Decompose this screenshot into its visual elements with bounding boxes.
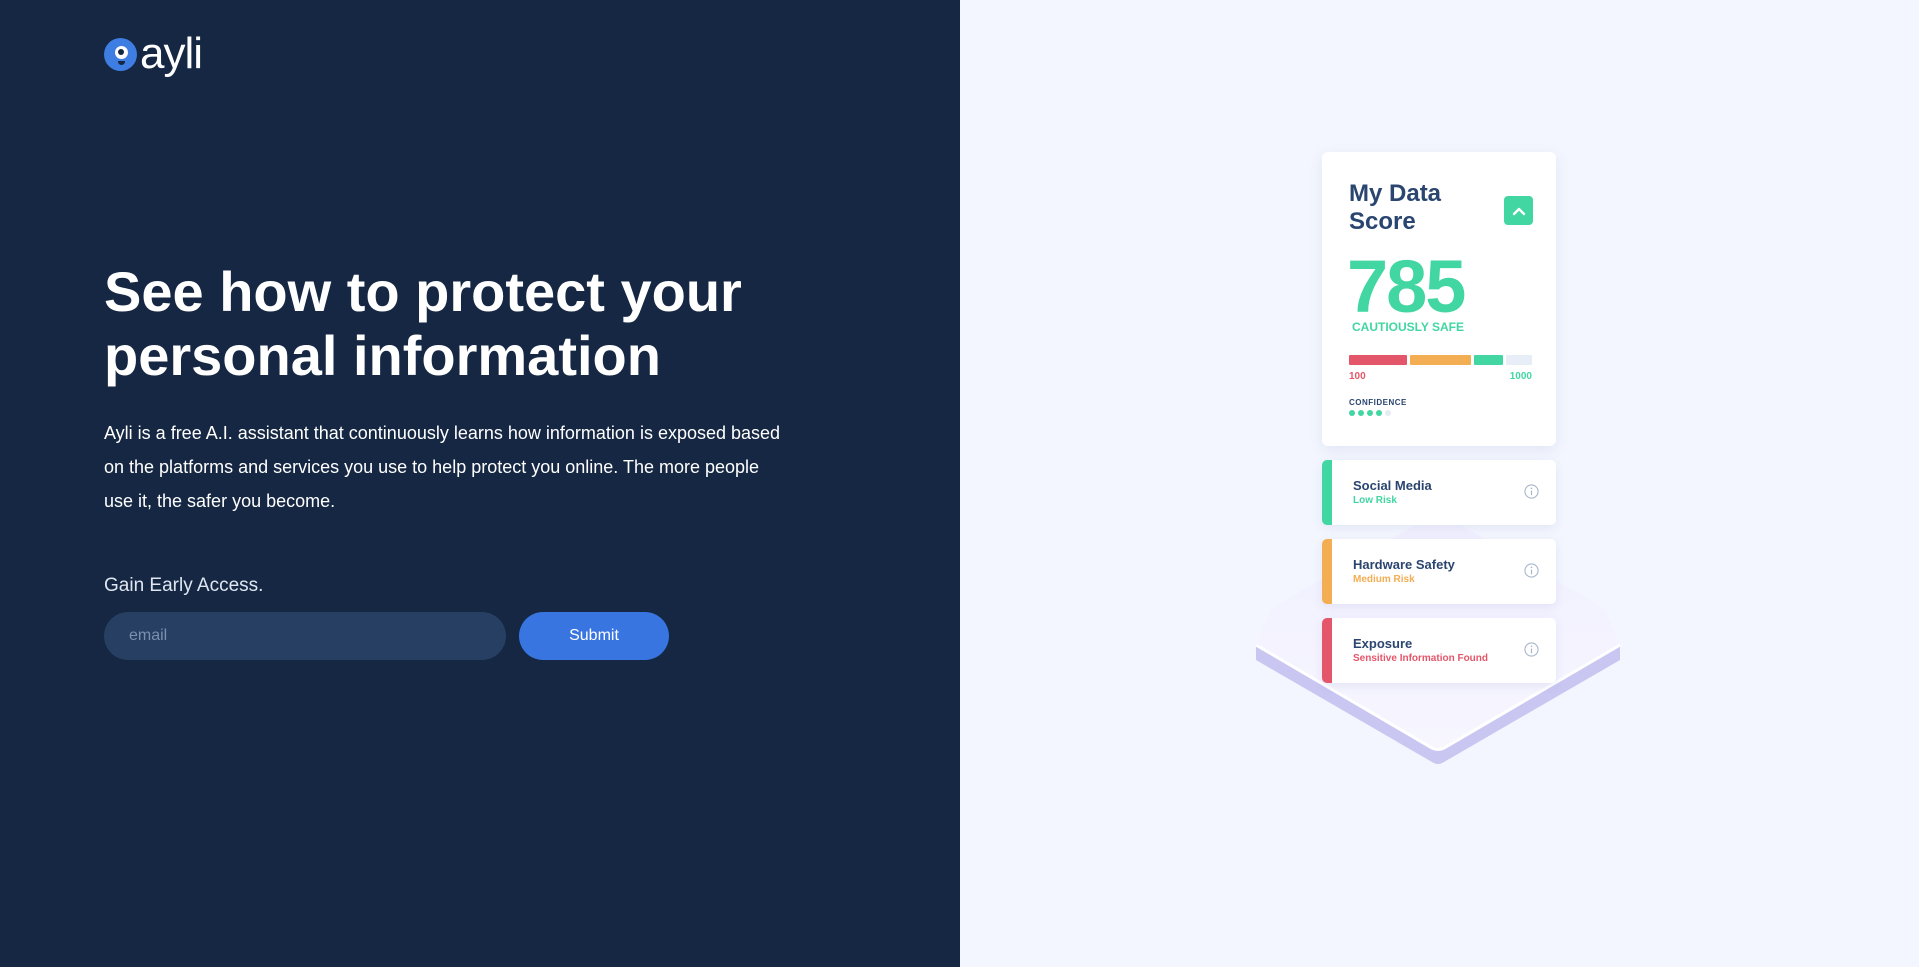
- hero-panel: ayli See how to protect your personal in…: [0, 0, 960, 967]
- risk-card-social-media[interactable]: Social Media Low Risk: [1322, 460, 1556, 525]
- brand-logo[interactable]: ayli: [104, 29, 203, 78]
- risk-level: Low Risk: [1353, 495, 1397, 506]
- confidence-dot: [1358, 410, 1364, 416]
- info-icon[interactable]: [1524, 642, 1539, 657]
- confidence-dot: [1385, 410, 1391, 416]
- expand-button[interactable]: [1504, 196, 1533, 225]
- email-input[interactable]: [104, 612, 506, 660]
- risk-accent: [1322, 618, 1332, 683]
- early-access-label: Gain Early Access.: [104, 575, 264, 596]
- risk-level: Sensitive Information Found: [1353, 653, 1489, 664]
- score-range-bar: [1349, 355, 1532, 365]
- range-segment-red: [1349, 355, 1407, 365]
- range-min: 100: [1349, 371, 1366, 382]
- info-icon[interactable]: [1524, 563, 1539, 578]
- confidence-dot: [1349, 410, 1355, 416]
- ayli-mascot-icon: [104, 37, 137, 71]
- risk-title: Hardware Safety: [1353, 557, 1455, 572]
- range-segment-orange: [1410, 355, 1471, 365]
- risk-card-hardware-safety[interactable]: Hardware Safety Medium Risk: [1322, 539, 1556, 604]
- illustration-panel: My Data Score 785 CAUTIOUSLY SAFE 100 10…: [960, 0, 1919, 967]
- submit-button[interactable]: Submit: [519, 612, 669, 660]
- score-status: CAUTIOUSLY SAFE: [1352, 320, 1465, 334]
- risk-accent: [1322, 460, 1332, 525]
- range-segment-empty: [1506, 355, 1532, 365]
- hero-description: Ayli is a free A.I. assistant that conti…: [104, 423, 781, 511]
- range-segment-green: [1474, 355, 1503, 365]
- range-max: 1000: [1509, 371, 1532, 382]
- risk-title: Social Media: [1353, 478, 1432, 493]
- hero-headline: See how to protect your personal informa…: [104, 260, 742, 387]
- score-card-title: My Data Score: [1349, 180, 1442, 235]
- score-value: 785: [1347, 245, 1466, 328]
- risk-level: Medium Risk: [1353, 574, 1415, 585]
- risk-accent: [1322, 539, 1332, 604]
- confidence-label: CONFIDENCE: [1349, 398, 1407, 407]
- confidence-dot: [1367, 410, 1373, 416]
- risk-card-exposure[interactable]: Exposure Sensitive Information Found: [1322, 618, 1556, 683]
- info-icon[interactable]: [1524, 484, 1539, 499]
- confidence-dot: [1376, 410, 1382, 416]
- chevron-up-icon: [1512, 207, 1525, 215]
- data-score-card: My Data Score 785 CAUTIOUSLY SAFE 100 10…: [1322, 152, 1556, 446]
- risk-title: Exposure: [1353, 636, 1413, 651]
- brand-name: ayli: [140, 29, 203, 78]
- confidence-dots: [1349, 410, 1391, 416]
